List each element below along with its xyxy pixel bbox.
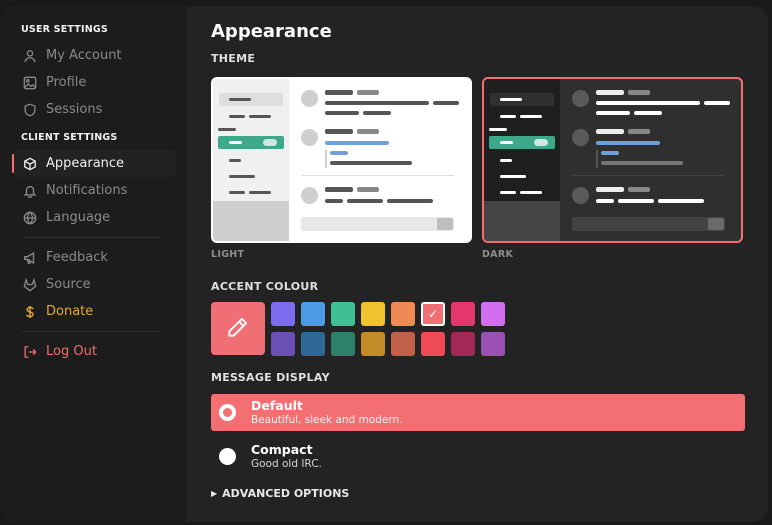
check-icon: ✓ (427, 307, 439, 321)
theme-selector: LIGHT DARK (211, 77, 768, 260)
colour-swatch[interactable] (421, 332, 445, 356)
message-option-compact[interactable]: Compact Good old IRC. (211, 438, 745, 475)
main-content: Appearance THEME LIGHT DARK ACCENT COLOU… (186, 6, 768, 522)
option-description: Good old IRC. (251, 458, 322, 470)
user-settings-heading: USER SETTINGS (21, 24, 108, 35)
colour-swatch[interactable] (451, 332, 475, 356)
colour-swatches: ✓ (271, 302, 505, 356)
light-theme-preview[interactable] (211, 77, 472, 243)
colour-swatch[interactable] (271, 332, 295, 356)
gitlab-icon (23, 277, 37, 292)
advanced-options-toggle[interactable]: ▶ ADVANCED OPTIONS (211, 487, 768, 500)
theme-option-light[interactable]: LIGHT (211, 77, 472, 260)
colour-swatch[interactable] (361, 302, 385, 326)
option-title: Default (251, 398, 303, 413)
sidebar-item-sessions[interactable]: Sessions (14, 96, 176, 123)
globe-icon (23, 210, 37, 225)
sidebar-item-label: Sessions (46, 102, 103, 117)
theme-option-dark[interactable]: DARK (482, 77, 743, 260)
sidebar-item-appearance[interactable]: Appearance (12, 150, 176, 177)
sidebar-item-label: Notifications (46, 183, 128, 198)
sidebar-item-notifications[interactable]: Notifications (14, 177, 176, 204)
page-title: Appearance (211, 21, 332, 42)
colour-swatch[interactable] (391, 332, 415, 356)
cube-icon (23, 157, 37, 171)
sidebar-item-language[interactable]: Language (14, 204, 176, 231)
bell-icon (23, 184, 37, 198)
sidebar: USER SETTINGS My Account Profile Session… (1, 6, 186, 522)
custom-colour-button[interactable] (211, 302, 265, 355)
colour-swatch[interactable] (271, 302, 295, 326)
client-settings-heading: CLIENT SETTINGS (21, 132, 118, 143)
colour-swatch[interactable] (301, 302, 325, 326)
colour-swatch[interactable] (331, 332, 355, 356)
accent-colour-picker: ✓ (211, 302, 768, 356)
sidebar-item-label: Source (46, 277, 91, 292)
colour-swatch[interactable] (301, 332, 325, 356)
sidebar-item-label: Donate (46, 304, 94, 319)
radio-button[interactable] (219, 404, 236, 421)
sidebar-item-my-account[interactable]: My Account (14, 42, 176, 69)
sidebar-item-label: Log Out (46, 344, 97, 359)
sidebar-divider (22, 237, 160, 238)
colour-swatch[interactable] (451, 302, 475, 326)
theme-caption-light: LIGHT (211, 249, 245, 260)
dollar-icon (23, 305, 37, 319)
sidebar-item-label: Appearance (46, 156, 125, 171)
option-title: Compact (251, 442, 313, 457)
accent-colour-heading: ACCENT COLOUR (211, 280, 319, 293)
megaphone-icon (23, 251, 37, 265)
sidebar-item-source[interactable]: Source (14, 271, 176, 298)
colour-swatch[interactable] (331, 302, 355, 326)
sidebar-item-label: My Account (46, 48, 122, 63)
message-option-default[interactable]: Default Beautiful, sleek and modern. (211, 394, 745, 431)
option-description: Beautiful, sleek and modern. (251, 414, 403, 426)
sidebar-item-label: Profile (46, 75, 87, 90)
message-display-heading: MESSAGE DISPLAY (211, 371, 330, 384)
theme-heading: THEME (211, 52, 256, 65)
advanced-options-label: ADVANCED OPTIONS (222, 487, 350, 500)
sidebar-item-logout[interactable]: Log Out (14, 338, 176, 365)
colour-swatch[interactable]: ✓ (421, 302, 445, 326)
colour-swatch[interactable] (481, 302, 505, 326)
sidebar-item-donate[interactable]: Donate (14, 298, 176, 325)
dark-theme-preview[interactable] (482, 77, 743, 243)
theme-caption-dark: DARK (482, 249, 514, 260)
sidebar-item-feedback[interactable]: Feedback (14, 244, 176, 271)
shield-icon (23, 103, 37, 117)
sidebar-divider (22, 331, 160, 332)
settings-window: USER SETTINGS My Account Profile Session… (1, 6, 768, 522)
sidebar-item-label: Feedback (46, 250, 108, 265)
logout-icon (23, 345, 37, 359)
colour-swatch[interactable] (481, 332, 505, 356)
image-icon (23, 76, 37, 90)
colour-swatch[interactable] (391, 302, 415, 326)
pencil-icon (225, 314, 251, 344)
caret-right-icon: ▶ (211, 489, 218, 498)
colour-swatch[interactable] (361, 332, 385, 356)
sidebar-item-profile[interactable]: Profile (14, 69, 176, 96)
radio-button[interactable] (219, 448, 236, 465)
user-icon (23, 49, 37, 63)
sidebar-item-label: Language (46, 210, 111, 225)
